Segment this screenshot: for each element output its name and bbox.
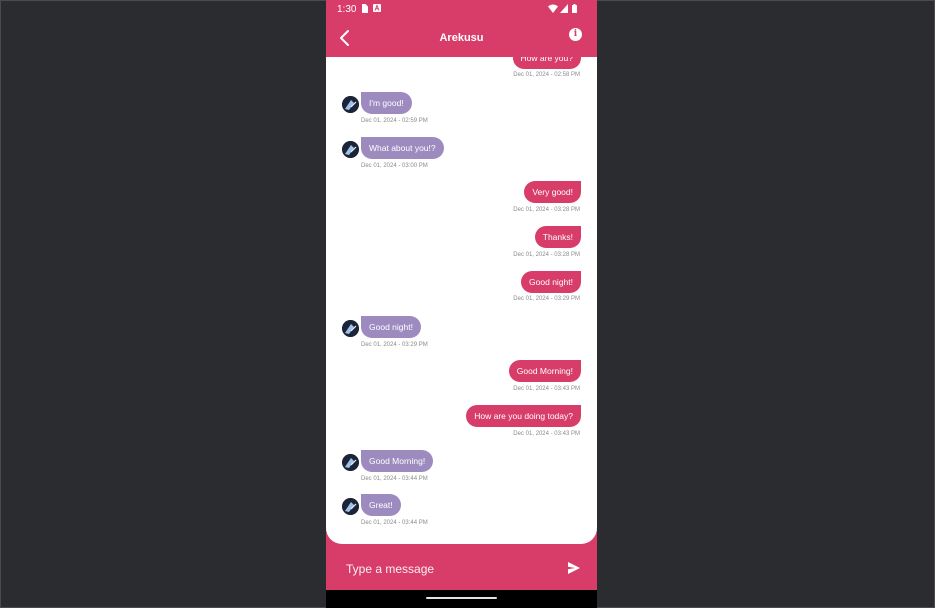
- message-bubble: How are you?: [512, 57, 581, 69]
- message-bubble: Good Morning!: [508, 360, 581, 382]
- message-timestamp: Dec 01, 2024 - 03:43 PM: [513, 386, 580, 392]
- notification-a-icon: [373, 4, 381, 15]
- message-incoming: Good night! Dec 01, 2024 - 03:29 PM: [326, 316, 597, 352]
- message-bubble: Great!: [361, 494, 401, 516]
- composer-bar: [326, 548, 597, 590]
- message-outgoing: How are you? Dec 01, 2024 - 02:58 PM: [326, 57, 597, 83]
- message-timestamp: Dec 01, 2024 - 02:59 PM: [361, 118, 428, 124]
- message-timestamp: Dec 01, 2024 - 03:43 PM: [513, 431, 580, 437]
- message-timestamp: Dec 01, 2024 - 03:29 PM: [513, 296, 580, 302]
- avatar: [342, 320, 359, 337]
- app-bar: Arekusu i: [326, 19, 597, 57]
- message-incoming: I'm good! Dec 01, 2024 - 02:59 PM: [326, 92, 597, 128]
- message-incoming: Good Morning! Dec 01, 2024 - 03:44 PM: [326, 450, 597, 486]
- message-bubble: What about you!?: [361, 137, 444, 159]
- sim-card-icon: [361, 4, 368, 16]
- avatar: [342, 141, 359, 158]
- message-timestamp: Dec 01, 2024 - 02:58 PM: [513, 72, 580, 78]
- message-bubble: Good night!: [361, 316, 421, 338]
- message-timestamp: Dec 01, 2024 - 03:44 PM: [361, 520, 428, 526]
- message-input[interactable]: [346, 561, 556, 577]
- signal-icon: [560, 4, 568, 16]
- message-timestamp: Dec 01, 2024 - 03:28 PM: [513, 207, 580, 213]
- message-incoming: What about you!? Dec 01, 2024 - 03:00 PM: [326, 137, 597, 173]
- send-icon[interactable]: [567, 561, 581, 575]
- avatar: [342, 96, 359, 113]
- message-bubble: I'm good!: [361, 92, 412, 114]
- message-bubble: Very good!: [524, 181, 581, 203]
- message-outgoing: Good Morning! Dec 01, 2024 - 03:43 PM: [326, 360, 597, 396]
- message-outgoing: Good night! Dec 01, 2024 - 03:29 PM: [326, 271, 597, 307]
- phone-screen: 1:30 Arekusu i How are you? Dec 01, 2024…: [326, 0, 597, 608]
- message-bubble: Thanks!: [534, 226, 581, 248]
- message-bubble: How are you doing today?: [466, 405, 581, 427]
- battery-icon: [572, 4, 577, 16]
- message-outgoing: Thanks! Dec 01, 2024 - 03:28 PM: [326, 226, 597, 262]
- message-bubble: Good night!: [521, 271, 581, 293]
- message-timestamp: Dec 01, 2024 - 03:00 PM: [361, 163, 428, 169]
- message-timestamp: Dec 01, 2024 - 03:28 PM: [513, 252, 580, 258]
- message-incoming: Great! Dec 01, 2024 - 03:44 PM: [326, 494, 597, 530]
- message-timestamp: Dec 01, 2024 - 03:44 PM: [361, 476, 428, 482]
- message-outgoing: How are you doing today? Dec 01, 2024 - …: [326, 405, 597, 441]
- home-gesture-handle[interactable]: [426, 597, 497, 599]
- chat-title: Arekusu: [439, 32, 484, 44]
- message-outgoing: Very good! Dec 01, 2024 - 03:28 PM: [326, 181, 597, 217]
- navigation-bar: [326, 590, 597, 608]
- info-icon[interactable]: i: [569, 28, 582, 41]
- status-time: 1:30: [337, 4, 357, 15]
- message-bubble: Good Morning!: [361, 450, 434, 472]
- wifi-icon: [548, 4, 558, 16]
- message-timestamp: Dec 01, 2024 - 03:29 PM: [361, 342, 428, 348]
- avatar: [342, 454, 359, 471]
- avatar: [342, 498, 359, 515]
- message-list[interactable]: How are you? Dec 01, 2024 - 02:58 PM I'm…: [326, 57, 597, 544]
- status-bar: 1:30: [326, 0, 597, 19]
